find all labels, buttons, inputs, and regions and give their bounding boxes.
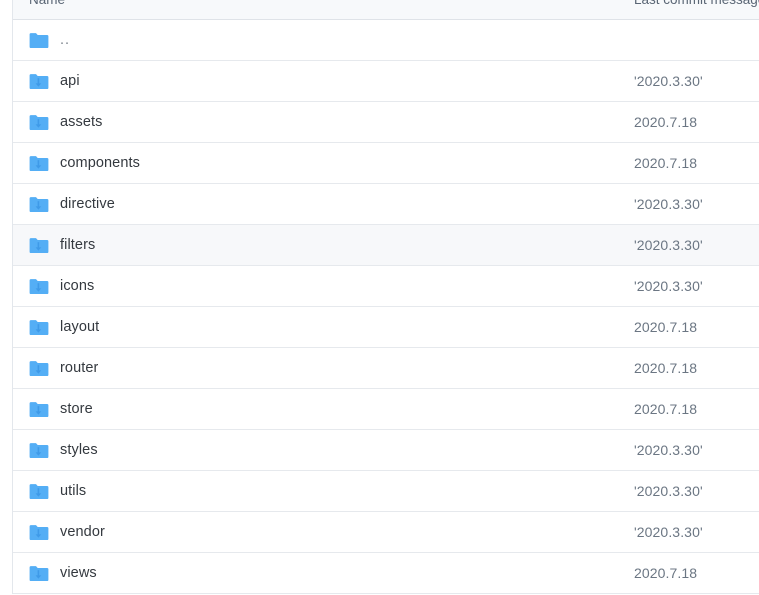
cell-name: utils [13, 483, 634, 500]
cell-name: layout [13, 319, 634, 336]
folder-icon [29, 196, 49, 213]
folder-icon [29, 114, 49, 131]
cell-name: api [13, 73, 634, 90]
file-name-label[interactable]: router [60, 360, 98, 376]
folder-icon [29, 32, 49, 49]
cell-last-commit-message[interactable]: '2020.3.30' [634, 278, 759, 294]
file-name-label[interactable]: layout [60, 319, 99, 335]
folder-icon [29, 401, 49, 418]
column-header-last-commit-message[interactable]: Last commit message [634, 0, 759, 7]
folder-icon [29, 483, 49, 500]
column-header-name[interactable]: Name [13, 0, 634, 7]
folder-icon [29, 319, 49, 336]
file-name-label[interactable]: directive [60, 196, 115, 212]
file-name-label[interactable]: vendor [60, 524, 105, 540]
cell-name: assets [13, 114, 634, 131]
folder-icon [29, 73, 49, 90]
cell-last-commit-message[interactable]: 2020.7.18 [634, 565, 759, 581]
cell-name: router [13, 360, 634, 377]
table-header-row: Name Last commit message [13, 0, 759, 20]
file-name-label[interactable]: .. [60, 32, 70, 48]
cell-name: icons [13, 278, 634, 295]
file-name-label[interactable]: components [60, 155, 140, 171]
cell-last-commit-message[interactable]: '2020.3.30' [634, 237, 759, 253]
cell-last-commit-message[interactable]: 2020.7.18 [634, 401, 759, 417]
cell-last-commit-message[interactable]: 2020.7.18 [634, 155, 759, 171]
file-name-label[interactable]: assets [60, 114, 103, 130]
cell-last-commit-message[interactable]: 2020.7.18 [634, 319, 759, 335]
cell-last-commit-message[interactable]: '2020.3.30' [634, 442, 759, 458]
file-name-label[interactable]: views [60, 565, 97, 581]
cell-name: components [13, 155, 634, 172]
cell-last-commit-message[interactable]: '2020.3.30' [634, 483, 759, 499]
table-row[interactable]: styles '2020.3.30' [13, 430, 759, 471]
table-row[interactable]: layout 2020.7.18 [13, 307, 759, 348]
file-name-label[interactable]: store [60, 401, 93, 417]
file-list-table: Name Last commit message .. api '2020.3.30… [12, 0, 759, 594]
folder-icon [29, 360, 49, 377]
cell-name: .. [13, 32, 634, 49]
table-row[interactable]: icons '2020.3.30' [13, 266, 759, 307]
table-row[interactable]: filters '2020.3.30' [13, 225, 759, 266]
table-row[interactable]: views 2020.7.18 [13, 553, 759, 594]
table-row[interactable]: components 2020.7.18 [13, 143, 759, 184]
cell-name: styles [13, 442, 634, 459]
folder-icon [29, 155, 49, 172]
table-row[interactable]: vendor '2020.3.30' [13, 512, 759, 553]
cell-name: filters [13, 237, 634, 254]
cell-last-commit-message[interactable]: '2020.3.30' [634, 524, 759, 540]
cell-last-commit-message[interactable]: 2020.7.18 [634, 360, 759, 376]
cell-last-commit-message[interactable]: '2020.3.30' [634, 73, 759, 89]
cell-name: directive [13, 196, 634, 213]
table-row[interactable]: router 2020.7.18 [13, 348, 759, 389]
cell-last-commit-message[interactable]: 2020.7.18 [634, 114, 759, 130]
cell-last-commit-message[interactable]: '2020.3.30' [634, 196, 759, 212]
folder-icon [29, 278, 49, 295]
folder-icon [29, 524, 49, 541]
folder-icon [29, 237, 49, 254]
cell-name: views [13, 565, 634, 582]
file-name-label[interactable]: icons [60, 278, 94, 294]
table-row[interactable]: directive '2020.3.30' [13, 184, 759, 225]
file-list-body: .. api '2020.3.30' assets 2020.7.18 component… [13, 20, 759, 594]
file-browser-viewport: Name Last commit message .. api '2020.3.30… [0, 0, 759, 595]
file-name-label[interactable]: styles [60, 442, 98, 458]
table-row[interactable]: api '2020.3.30' [13, 61, 759, 102]
file-name-label[interactable]: utils [60, 483, 86, 499]
table-row[interactable]: .. [13, 20, 759, 61]
cell-name: store [13, 401, 634, 418]
folder-icon [29, 442, 49, 459]
file-name-label[interactable]: api [60, 73, 80, 89]
table-row[interactable]: assets 2020.7.18 [13, 102, 759, 143]
table-row[interactable]: utils '2020.3.30' [13, 471, 759, 512]
folder-icon [29, 565, 49, 582]
cell-name: vendor [13, 524, 634, 541]
table-row[interactable]: store 2020.7.18 [13, 389, 759, 430]
file-name-label[interactable]: filters [60, 237, 95, 253]
